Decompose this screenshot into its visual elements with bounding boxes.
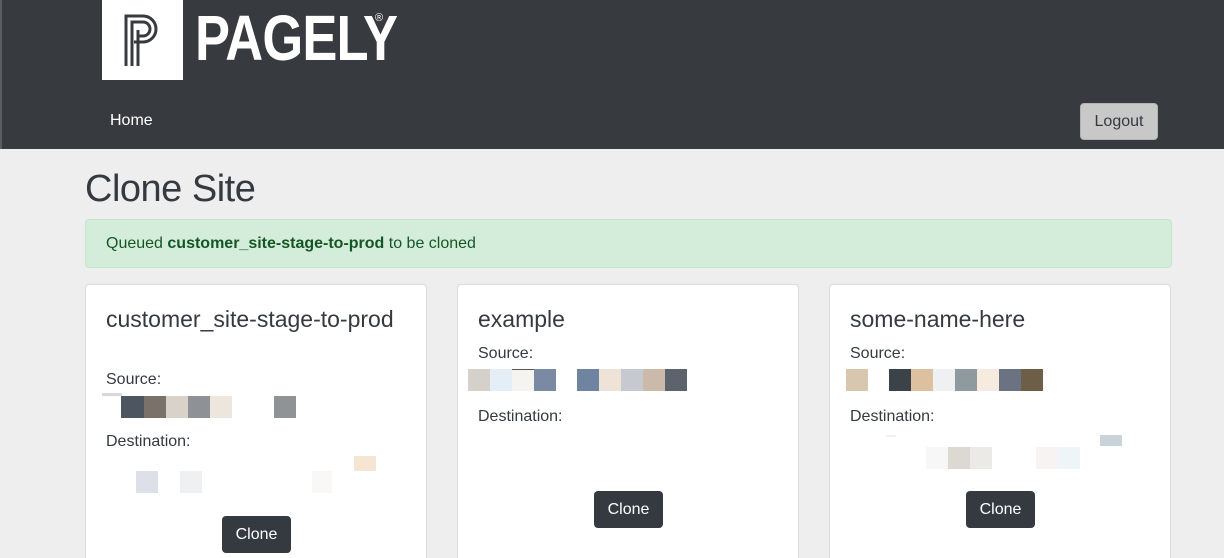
- source-label: Source:: [478, 345, 534, 362]
- alert-site-name: customer_site-stage-to-prod: [167, 235, 385, 252]
- destination-label: Destination:: [478, 408, 563, 425]
- page-title: Clone Site: [85, 168, 256, 210]
- clone-button[interactable]: Clone: [594, 491, 663, 528]
- site-card-title: some-name-here: [850, 306, 1026, 332]
- clone-button[interactable]: Clone: [966, 491, 1035, 528]
- logout-button[interactable]: Logout: [1080, 103, 1158, 140]
- brand-name: PAGELY: [195, 2, 398, 74]
- destination-label: Destination:: [850, 408, 935, 425]
- pagely-logo-mark: [102, 0, 183, 80]
- nav-home-link[interactable]: Home: [110, 112, 153, 130]
- alert-suffix: to be cloned: [388, 235, 476, 252]
- alert-prefix: Queued: [106, 235, 163, 252]
- top-navbar: PAGELY ® Home Logout: [0, 0, 1224, 149]
- destination-label: Destination:: [106, 433, 191, 450]
- success-alert: Queued customer_site-stage-to-prod to be…: [85, 219, 1172, 268]
- site-card: example Source: Destination: Clone: [457, 284, 799, 558]
- site-card: some-name-here Source: Destination: Clon…: [829, 284, 1171, 558]
- source-label: Source:: [850, 345, 906, 362]
- site-card-title: example: [478, 306, 565, 332]
- source-label: Source:: [106, 371, 162, 388]
- pagely-p-icon: [124, 14, 158, 66]
- clone-button[interactable]: Clone: [222, 516, 291, 553]
- site-card: customer_site-stage-to-prod Source: Dest…: [85, 284, 427, 558]
- registered-mark: ®: [375, 12, 384, 24]
- site-card-title: customer_site-stage-to-prod: [106, 306, 394, 332]
